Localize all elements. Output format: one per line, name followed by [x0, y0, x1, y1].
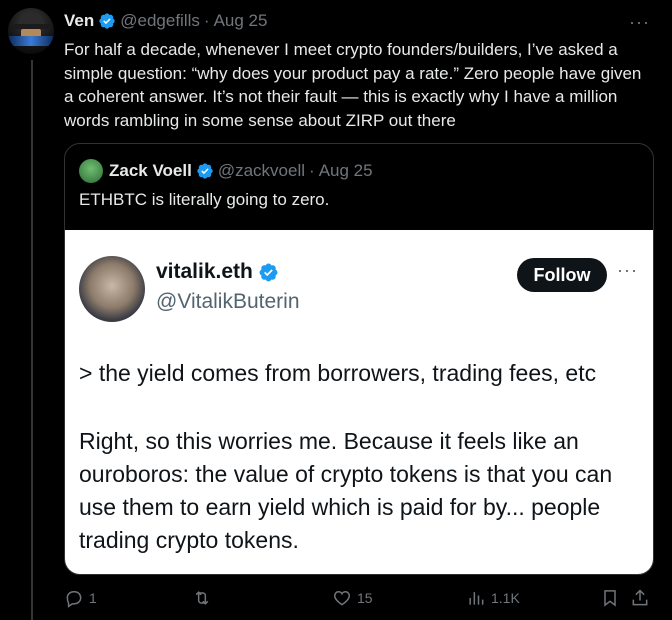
- follow-button: Follow: [517, 258, 607, 292]
- like-count: 15: [357, 590, 373, 606]
- thread-line: [31, 60, 33, 620]
- embedded-more-icon: ···: [617, 260, 638, 280]
- share-button[interactable]: [630, 588, 655, 608]
- reply-icon: [66, 591, 82, 608]
- analytics-icon: [469, 592, 484, 605]
- views-button[interactable]: 1.1K: [466, 588, 520, 608]
- bookmark-button[interactable]: [600, 588, 625, 608]
- embedded-name: vitalik.eth: [156, 260, 253, 283]
- reply-count: 1: [89, 590, 97, 606]
- quote-author-handle: @zackvoell: [217, 161, 306, 180]
- like-button[interactable]: 15: [332, 588, 373, 608]
- tweet-header: Ven @edgefills · Aug 25: [64, 11, 267, 31]
- separator: ·: [203, 11, 210, 30]
- views-count: 1.1K: [491, 590, 520, 606]
- quote-text: ETHBTC is literally going to zero.: [79, 190, 330, 209]
- embedded-paragraph: Right, so this worries me. Because it fe…: [79, 428, 613, 553]
- separator: ·: [309, 161, 315, 180]
- verified-badge-icon: [197, 163, 213, 179]
- quote-date: Aug 25: [318, 161, 373, 180]
- share-icon: [632, 589, 648, 606]
- quoted-tweet[interactable]: Zack Voell @zackvoell · Aug 25 ETHBTC is…: [64, 143, 654, 575]
- embedded-quote-line: > the yield comes from borrowers, tradin…: [79, 360, 597, 386]
- retweet-button[interactable]: [192, 588, 217, 608]
- action-bar: 1 15 1.1K: [64, 586, 664, 612]
- retweet-icon: [195, 591, 209, 605]
- embedded-tweet-image: vitalik.eth @VitalikButerin Follow ··· >…: [65, 230, 653, 574]
- quote-author-name: Zack Voell: [109, 161, 192, 180]
- tweet-date[interactable]: Aug 25: [214, 11, 268, 31]
- bookmark-icon: [604, 590, 616, 607]
- author-avatar[interactable]: [8, 8, 54, 54]
- embedded-name-row: vitalik.eth: [156, 260, 283, 284]
- reply-button[interactable]: 1: [64, 588, 97, 608]
- heart-icon: [334, 590, 350, 606]
- quote-header: Zack Voell @zackvoell · Aug 25: [79, 159, 373, 183]
- more-options-icon[interactable]: ···: [629, 12, 650, 33]
- embedded-handle: @VitalikButerin: [156, 290, 300, 313]
- verified-badge-icon: [99, 13, 115, 29]
- tweet-text: For half a decade, whenever I meet crypt…: [64, 40, 642, 130]
- author-name[interactable]: Ven: [64, 11, 94, 31]
- verified-badge-icon: [259, 263, 278, 281]
- author-handle[interactable]: @edgefills: [120, 11, 200, 31]
- embedded-avatar: [79, 256, 145, 322]
- quote-avatar: [79, 159, 103, 183]
